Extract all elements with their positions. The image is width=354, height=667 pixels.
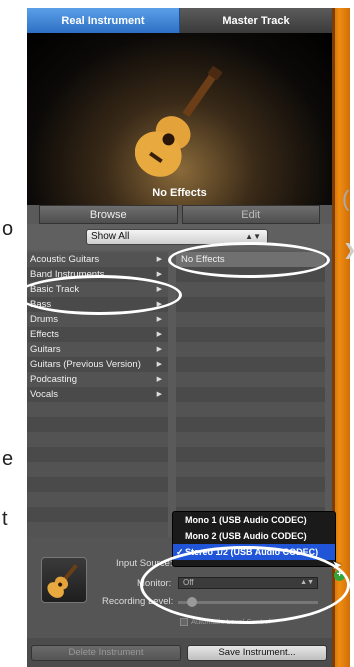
recording-level-slider[interactable] bbox=[178, 601, 318, 604]
show-all-select[interactable]: Show All ▲▼ bbox=[86, 229, 268, 245]
category-item[interactable]: Acoustic Guitars ▶ bbox=[27, 252, 168, 267]
monitor-select[interactable]: Off ▲▼ bbox=[178, 577, 318, 589]
browse-edit-tabs: Browse Edit bbox=[39, 205, 320, 224]
updown-arrows-icon: ▲▼ bbox=[245, 232, 261, 241]
chevron-right-icon: ▶ bbox=[156, 331, 162, 338]
tab-real-instrument[interactable]: Real Instrument bbox=[27, 8, 180, 33]
tab-browse[interactable]: Browse bbox=[39, 205, 178, 224]
chevron-right-icon: ▶ bbox=[156, 256, 162, 263]
current-patch-label: No Effects bbox=[152, 187, 207, 199]
category-label: Podcasting bbox=[30, 374, 78, 385]
chevron-right-icon: ▶ bbox=[156, 316, 162, 323]
chevron-right-icon: ▶ bbox=[156, 271, 162, 278]
category-label: Guitars bbox=[30, 344, 61, 355]
category-label: Drums bbox=[30, 314, 58, 325]
input-source-label: Input Source: bbox=[116, 558, 173, 569]
category-item[interactable]: Drums ▶ bbox=[27, 312, 168, 327]
background-text-fragment: o bbox=[2, 218, 14, 240]
instrument-thumbnail[interactable] bbox=[41, 557, 87, 603]
chevron-right-icon: ▶ bbox=[156, 361, 162, 368]
category-item[interactable]: Basic Track ▶ bbox=[27, 282, 168, 297]
menu-item-mono-1[interactable]: Mono 1 (USB Audio CODEC) bbox=[173, 512, 335, 528]
background-text-fragment: e bbox=[2, 448, 14, 470]
input-source-menu: Mono 1 (USB Audio CODEC) Mono 2 (USB Aud… bbox=[172, 511, 336, 567]
instrument-stage: No Effects bbox=[27, 33, 332, 205]
chevron-right-icon: ▶ bbox=[156, 376, 162, 383]
category-label: Band Instruments bbox=[30, 269, 105, 280]
category-item[interactable]: Guitars ▶ bbox=[27, 342, 168, 357]
acoustic-guitar-image bbox=[135, 66, 222, 177]
chevron-right-icon: ▶ bbox=[156, 391, 162, 398]
category-list: Acoustic Guitars ▶ Band Instruments ▶ Basi… bbox=[27, 252, 168, 537]
tab-master-track[interactable]: Master Track bbox=[180, 8, 332, 33]
tab-edit[interactable]: Edit bbox=[181, 205, 320, 224]
guitar-icon bbox=[47, 564, 78, 598]
category-item[interactable]: Vocals ▶ bbox=[27, 387, 168, 402]
monitor-label: Monitor: bbox=[137, 578, 172, 589]
checkbox[interactable] bbox=[180, 618, 188, 627]
category-item[interactable]: Bass ▶ bbox=[27, 297, 168, 312]
menu-item-label: Stereo 1/2 (USB Audio CODEC) bbox=[185, 547, 319, 557]
category-label: Guitars (Previous Version) bbox=[30, 359, 141, 370]
category-item[interactable]: Effects ▶ bbox=[27, 327, 168, 342]
monitor-value: Off bbox=[183, 578, 194, 587]
automatic-level-control[interactable]: Automatic Level Control bbox=[180, 617, 271, 627]
chevron-right-icon: ▶ bbox=[156, 286, 162, 293]
menu-item-stereo-1-2[interactable]: ✓ Stereo 1/2 (USB Audio CODEC) bbox=[173, 544, 335, 560]
track-tabs: Real Instrument Master Track bbox=[27, 8, 332, 33]
track-info-panel: Real Instrument Master Track No Effects … bbox=[27, 8, 332, 667]
category-label: Vocals bbox=[30, 389, 58, 400]
show-all-value: Show All bbox=[91, 231, 130, 242]
recording-level-knob[interactable] bbox=[187, 597, 197, 607]
chevron-right-icon: ▶ bbox=[156, 301, 162, 308]
updown-arrows-icon: ▲▼ bbox=[300, 579, 314, 586]
category-label: Bass bbox=[30, 299, 52, 310]
save-instrument-button[interactable]: Save Instrument... bbox=[187, 645, 327, 661]
category-item[interactable]: Guitars (Previous Version) ▶ bbox=[27, 357, 168, 372]
recording-level-label: Recording Level: bbox=[102, 596, 174, 607]
side-fragment: ( bbox=[342, 186, 350, 211]
category-label: Basic Track bbox=[30, 284, 80, 295]
category-item[interactable]: Podcasting ▶ bbox=[27, 372, 168, 387]
chevron-right-icon[interactable]: ❯ bbox=[343, 240, 354, 259]
plus-icon: + bbox=[334, 570, 345, 581]
menu-item-mono-2[interactable]: Mono 2 (USB Audio CODEC) bbox=[173, 528, 335, 544]
category-label: Effects bbox=[30, 329, 59, 340]
patch-list: No Effects bbox=[176, 252, 325, 537]
category-label: Acoustic Guitars bbox=[30, 254, 100, 265]
delete-instrument-button[interactable]: Delete Instrument bbox=[31, 645, 181, 661]
category-item[interactable]: Band Instruments ▶ bbox=[27, 267, 168, 282]
background-text-fragment: t bbox=[2, 508, 8, 530]
patch-item[interactable]: No Effects bbox=[176, 252, 325, 267]
filter-toolbar: Show All ▲▼ bbox=[27, 224, 332, 250]
auto-level-label: Automatic Level Control bbox=[191, 617, 271, 626]
chevron-right-icon: ▶ bbox=[156, 346, 162, 353]
footer-bar: Delete Instrument Save Instrument... bbox=[27, 638, 332, 667]
checkmark-icon: ✓ bbox=[176, 547, 184, 557]
